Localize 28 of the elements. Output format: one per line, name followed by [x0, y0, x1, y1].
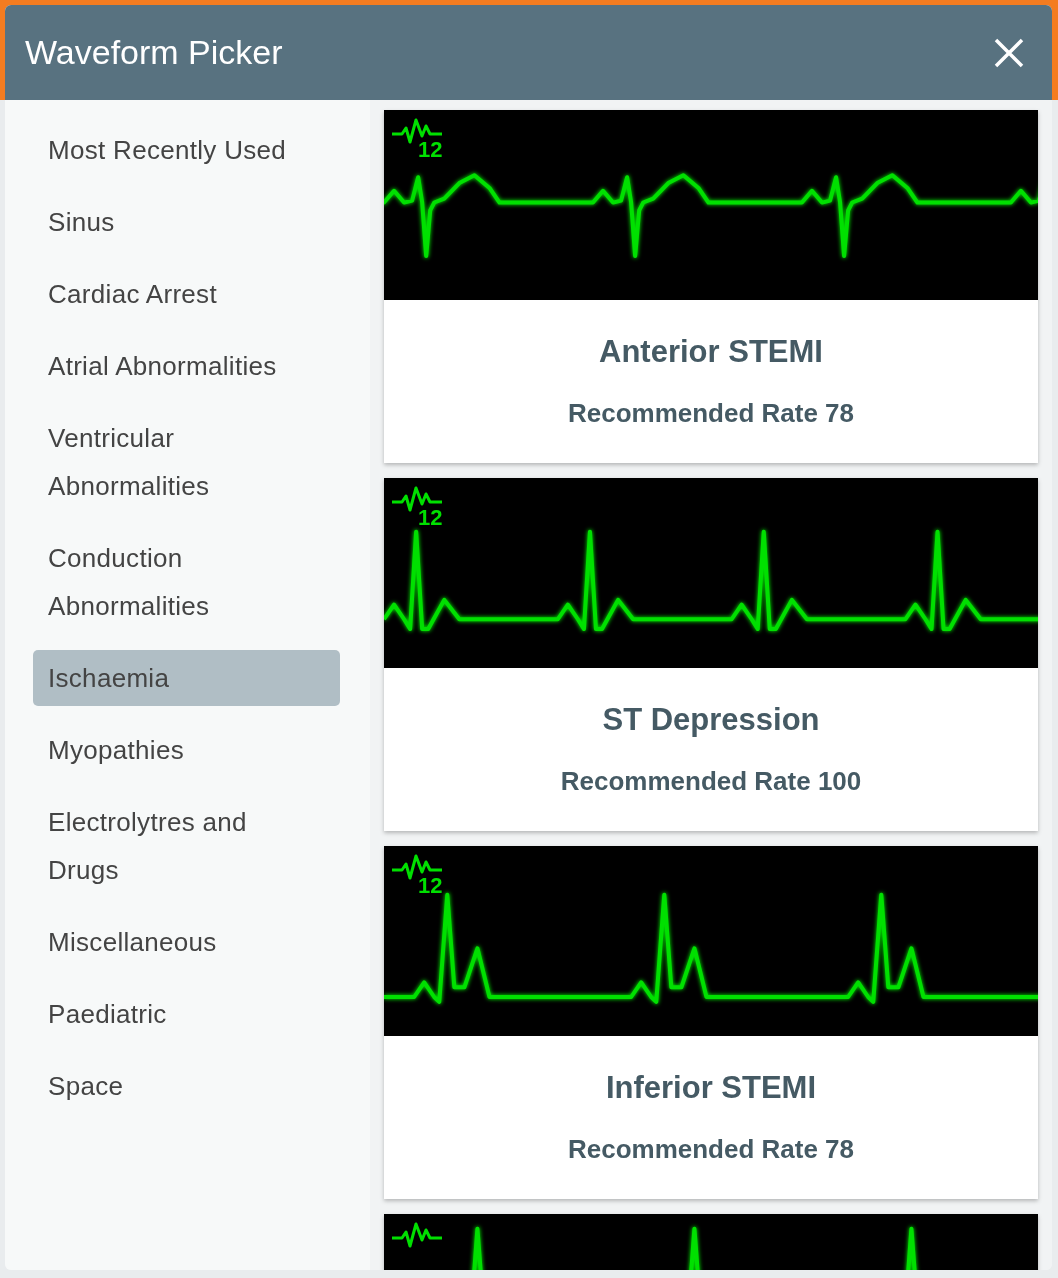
ecg-lead-icon: [390, 118, 444, 144]
sidebar-item[interactable]: Space: [33, 1058, 340, 1114]
waveform-name: Anterior STEMI: [599, 334, 823, 370]
lead-count: 12: [418, 874, 443, 898]
recommended-rate: Recommended Rate 78: [567, 398, 855, 429]
sidebar-item[interactable]: Atrial Abnormalities: [33, 338, 340, 394]
lead-count: 12: [418, 138, 443, 162]
ecg-lead-icon: [390, 486, 444, 512]
sidebar-item[interactable]: Most Recently Used: [33, 122, 340, 178]
waveform-name: Inferior STEMI: [605, 1070, 817, 1106]
ecg-lead-icon: [390, 854, 444, 880]
close-button[interactable]: [994, 37, 1024, 68]
sidebar-item[interactable]: Electrolytres and Drugs: [33, 794, 340, 898]
waveform-name: ST Depression: [602, 702, 820, 738]
sidebar-item[interactable]: Miscellaneous: [33, 914, 340, 970]
sidebar-item[interactable]: Myopathies: [33, 722, 340, 778]
ecg-lead-icon: [390, 1222, 444, 1248]
sidebar-item[interactable]: Ventricular Abnormalities: [33, 410, 340, 514]
sidebar-item[interactable]: Ischaemia: [33, 650, 340, 706]
sidebar-item[interactable]: Sinus: [33, 194, 340, 250]
close-icon: [994, 37, 1024, 68]
recommended-rate: Recommended Rate 100: [560, 766, 862, 797]
sidebar-item[interactable]: Cardiac Arrest: [33, 266, 340, 322]
recommended-rate: Recommended Rate 78: [567, 1134, 855, 1165]
lead-count: 12: [418, 506, 443, 530]
sidebar-item[interactable]: Paediatric: [33, 986, 340, 1042]
sidebar-item[interactable]: Conduction Abnormalities: [33, 530, 340, 634]
window-title: Waveform Picker: [25, 33, 283, 72]
